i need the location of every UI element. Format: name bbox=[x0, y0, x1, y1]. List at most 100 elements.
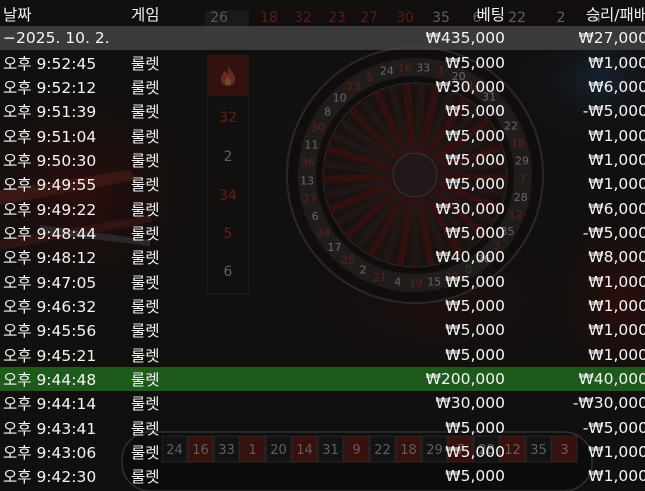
bet-cell: ₩5,000 bbox=[445, 345, 505, 364]
game-cell: 룰렛 bbox=[131, 346, 160, 365]
date-group-bet-total: ₩435,000 bbox=[261, 26, 505, 51]
result-cell: -₩5,000 bbox=[582, 223, 645, 242]
table-row[interactable]: 오후 9:48:44 룰렛 ₩5,000 -₩5,000 bbox=[0, 221, 645, 245]
bet-cell: ₩5,000 bbox=[445, 321, 505, 340]
time-cell: 오후 9:46:32 bbox=[3, 297, 97, 316]
bet-cell: ₩5,000 bbox=[445, 467, 505, 486]
table-row[interactable]: 오후 9:43:41 룰렛 ₩5,000 -₩5,000 bbox=[0, 416, 645, 440]
game-cell: 룰렛 bbox=[131, 419, 160, 438]
game-cell: 룰렛 bbox=[131, 249, 160, 268]
bet-cell: ₩5,000 bbox=[445, 126, 505, 145]
column-header-result[interactable]: 승리/패배 bbox=[505, 2, 645, 26]
table-row[interactable]: 오후 9:51:04 룰렛 ₩5,000 ₩1,000 bbox=[0, 123, 645, 147]
time-cell: 오후 9:48:12 bbox=[3, 249, 97, 268]
result-cell: ₩1,000 bbox=[588, 53, 645, 72]
time-cell: 오후 9:43:41 bbox=[3, 419, 97, 438]
result-cell: ₩1,000 bbox=[588, 345, 645, 364]
bet-cell: ₩5,000 bbox=[445, 443, 505, 462]
bet-cell: ₩5,000 bbox=[445, 223, 505, 242]
table-row[interactable]: 오후 9:42:30 룰렛 ₩5,000 ₩1,000 bbox=[0, 464, 645, 488]
result-cell: -₩5,000 bbox=[582, 102, 645, 121]
result-cell: -₩30,000 bbox=[572, 394, 645, 413]
time-cell: 오후 9:50:30 bbox=[3, 151, 97, 170]
game-cell: 룰렛 bbox=[131, 54, 160, 73]
result-cell: ₩1,000 bbox=[588, 443, 645, 462]
time-cell: 오후 9:48:44 bbox=[3, 224, 97, 243]
time-cell: 오후 9:44:48 bbox=[0, 366, 125, 392]
time-cell: 오후 9:52:12 bbox=[3, 78, 97, 97]
game-cell: 룰렛 bbox=[131, 444, 160, 463]
time-cell: 오후 9:51:04 bbox=[3, 127, 97, 146]
result-cell: ₩6,000 bbox=[588, 77, 645, 96]
table-row[interactable]: 오후 9:50:30 룰렛 ₩5,000 ₩1,000 bbox=[0, 148, 645, 172]
game-cell: 룰렛 bbox=[131, 176, 160, 195]
game-cell: 룰렛 bbox=[131, 395, 160, 414]
game-cell: 룰렛 bbox=[131, 103, 160, 122]
bet-history-overlay: 날짜 게임 베팅 승리/패배 −2025. 10. 2. ₩435,000 ₩2… bbox=[0, 0, 645, 491]
table-row[interactable]: 오후 9:44:48 룰렛 ₩200,000 ₩40,000 bbox=[0, 366, 645, 392]
result-cell: ₩6,000 bbox=[588, 199, 645, 218]
game-cell: 룰렛 bbox=[131, 224, 160, 243]
table-header-row: 날짜 게임 베팅 승리/패배 bbox=[0, 2, 645, 26]
bet-cell: ₩30,000 bbox=[435, 394, 505, 413]
table-row[interactable]: 오후 9:52:45 룰렛 ₩5,000 ₩1,000 bbox=[0, 50, 645, 74]
bet-cell: ₩30,000 bbox=[435, 199, 505, 218]
date-group-row[interactable]: −2025. 10. 2. ₩435,000 ₩27,000 bbox=[0, 26, 645, 51]
time-cell: 오후 9:51:39 bbox=[3, 103, 97, 122]
game-cell: 룰렛 bbox=[131, 468, 160, 487]
bet-cell: ₩5,000 bbox=[445, 272, 505, 291]
game-cell: 룰렛 bbox=[131, 273, 160, 292]
game-cell: 룰렛 bbox=[131, 200, 160, 219]
bet-cell: ₩200,000 bbox=[261, 366, 505, 392]
time-cell: 오후 9:45:21 bbox=[3, 346, 97, 365]
bet-cell: ₩5,000 bbox=[445, 418, 505, 437]
game-cell: 룰렛 bbox=[131, 78, 160, 97]
bet-cell: ₩40,000 bbox=[435, 248, 505, 267]
table-row[interactable]: 오후 9:48:12 룰렛 ₩40,000 ₩8,000 bbox=[0, 245, 645, 269]
table-row[interactable]: 오후 9:43:06 룰렛 ₩5,000 ₩1,000 bbox=[0, 440, 645, 464]
table-row[interactable]: 오후 9:45:21 룰렛 ₩5,000 ₩1,000 bbox=[0, 342, 645, 366]
bet-history-table: 날짜 게임 베팅 승리/패배 −2025. 10. 2. ₩435,000 ₩2… bbox=[0, 2, 645, 489]
table-row[interactable]: 오후 9:45:56 룰렛 ₩5,000 ₩1,000 bbox=[0, 318, 645, 342]
game-cell: 룰렛 bbox=[125, 366, 261, 392]
date-group-label[interactable]: −2025. 10. 2. bbox=[0, 26, 261, 51]
game-cell: 룰렛 bbox=[131, 127, 160, 146]
result-cell: ₩40,000 bbox=[505, 366, 645, 392]
result-cell: ₩1,000 bbox=[588, 126, 645, 145]
table-row[interactable]: 오후 9:51:39 룰렛 ₩5,000 -₩5,000 bbox=[0, 99, 645, 123]
table-row[interactable]: 오후 9:44:14 룰렛 ₩30,000 -₩30,000 bbox=[0, 391, 645, 415]
table-row[interactable]: 오후 9:49:55 룰렛 ₩5,000 ₩1,000 bbox=[0, 172, 645, 196]
time-cell: 오후 9:52:45 bbox=[3, 54, 97, 73]
bet-cell: ₩5,000 bbox=[445, 150, 505, 169]
result-cell: ₩1,000 bbox=[588, 272, 645, 291]
bet-cell: ₩5,000 bbox=[445, 175, 505, 194]
table-row[interactable]: 오후 9:49:22 룰렛 ₩30,000 ₩6,000 bbox=[0, 196, 645, 220]
time-cell: 오후 9:42:30 bbox=[3, 468, 97, 487]
game-cell: 룰렛 bbox=[131, 151, 160, 170]
game-cell: 룰렛 bbox=[131, 297, 160, 316]
result-cell: ₩1,000 bbox=[588, 321, 645, 340]
column-header-date[interactable]: 날짜 bbox=[0, 2, 125, 26]
table-row[interactable]: 오후 9:52:12 룰렛 ₩30,000 ₩6,000 bbox=[0, 75, 645, 99]
table-row[interactable]: 오후 9:47:05 룰렛 ₩5,000 ₩1,000 bbox=[0, 269, 645, 293]
table-row[interactable]: 오후 9:46:32 룰렛 ₩5,000 ₩1,000 bbox=[0, 294, 645, 318]
bet-cell: ₩5,000 bbox=[445, 53, 505, 72]
time-cell: 오후 9:49:55 bbox=[3, 176, 97, 195]
date-group-result-total: ₩27,000 bbox=[505, 26, 645, 51]
column-header-game[interactable]: 게임 bbox=[125, 2, 261, 26]
game-cell: 룰렛 bbox=[131, 322, 160, 341]
time-cell: 오후 9:44:14 bbox=[3, 395, 97, 414]
time-cell: 오후 9:43:06 bbox=[3, 444, 97, 463]
result-cell: ₩1,000 bbox=[588, 150, 645, 169]
column-header-bet[interactable]: 베팅 bbox=[261, 2, 505, 26]
result-cell: ₩8,000 bbox=[588, 248, 645, 267]
bet-cell: ₩5,000 bbox=[445, 102, 505, 121]
time-cell: 오후 9:47:05 bbox=[3, 273, 97, 292]
result-cell: ₩1,000 bbox=[588, 467, 645, 486]
result-cell: ₩1,000 bbox=[588, 296, 645, 315]
result-cell: -₩5,000 bbox=[582, 418, 645, 437]
time-cell: 오후 9:45:56 bbox=[3, 322, 97, 341]
time-cell: 오후 9:49:22 bbox=[3, 200, 97, 219]
bet-cell: ₩5,000 bbox=[445, 296, 505, 315]
bet-cell: ₩30,000 bbox=[435, 77, 505, 96]
